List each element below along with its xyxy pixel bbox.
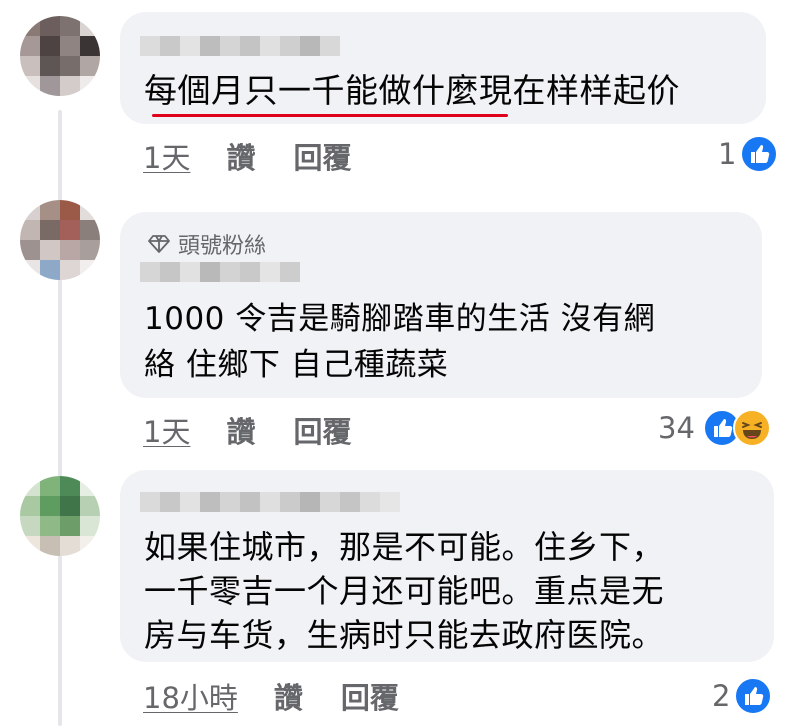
like-button[interactable]: 讚 [274, 675, 303, 717]
comment-text-line: 絡 住鄉下 自己種蔬菜 [144, 347, 449, 383]
comment-text-line: 一千零吉一个月还可能吧。重点是无 [144, 572, 665, 610]
comment-actions: 1天 讚 回覆 [143, 410, 351, 450]
reply-button[interactable]: 回覆 [293, 135, 351, 177]
diamond-icon [148, 235, 170, 253]
avatar[interactable] [20, 16, 100, 96]
comment-text-line: 房与车货，生病时只能去政府医院。 [144, 616, 665, 654]
comment-timestamp-link[interactable]: 1天 [143, 409, 190, 451]
reaction-count: 1 [718, 137, 737, 171]
reaction-summary[interactable]: 2 [712, 676, 773, 716]
comment-bubble: 每個月只一千能做什麼現在样样起价 [120, 12, 766, 124]
author-name[interactable] [140, 36, 340, 56]
comment-text-line: 1000 令吉是騎腳踏車的生活 沒有網 [144, 301, 656, 337]
comment-text-line: 每個月只一千能做什麼現在样样起价 [144, 71, 680, 110]
comment-timestamp-link[interactable]: 1天 [143, 135, 190, 177]
comment-text-line: 如果住城市，那是不可能。住乡下， [144, 528, 665, 566]
like-icon [740, 135, 779, 173]
reply-button[interactable]: 回覆 [293, 409, 351, 451]
badge-label: 頭號粉絲 [178, 234, 267, 259]
author-name[interactable] [140, 492, 400, 512]
author-name[interactable] [140, 262, 300, 282]
comment-actions: 18小時 讚 回覆 [143, 676, 399, 716]
reply-button[interactable]: 回覆 [341, 675, 399, 717]
reaction-summary[interactable]: 34 [658, 408, 771, 448]
reaction-count: 34 [658, 411, 695, 445]
avatar[interactable] [20, 200, 100, 280]
top-fan-badge: 頭號粉絲 [148, 228, 266, 260]
comment-bubble: 如果住城市，那是不可能。住乡下， 一千零吉一个月还可能吧。重点是无 房与车货，生… [120, 470, 774, 662]
haha-icon [732, 409, 771, 447]
reaction-summary[interactable]: 1 [718, 134, 779, 174]
comment-actions: 1天 讚 回覆 [143, 136, 351, 176]
highlight-underline [152, 114, 508, 117]
avatar[interactable] [20, 476, 100, 556]
like-button[interactable]: 讚 [226, 409, 255, 451]
comment-timestamp-link[interactable]: 18小時 [143, 675, 238, 717]
reaction-count: 2 [712, 679, 731, 713]
like-icon [734, 677, 773, 715]
like-button[interactable]: 讚 [226, 135, 255, 177]
